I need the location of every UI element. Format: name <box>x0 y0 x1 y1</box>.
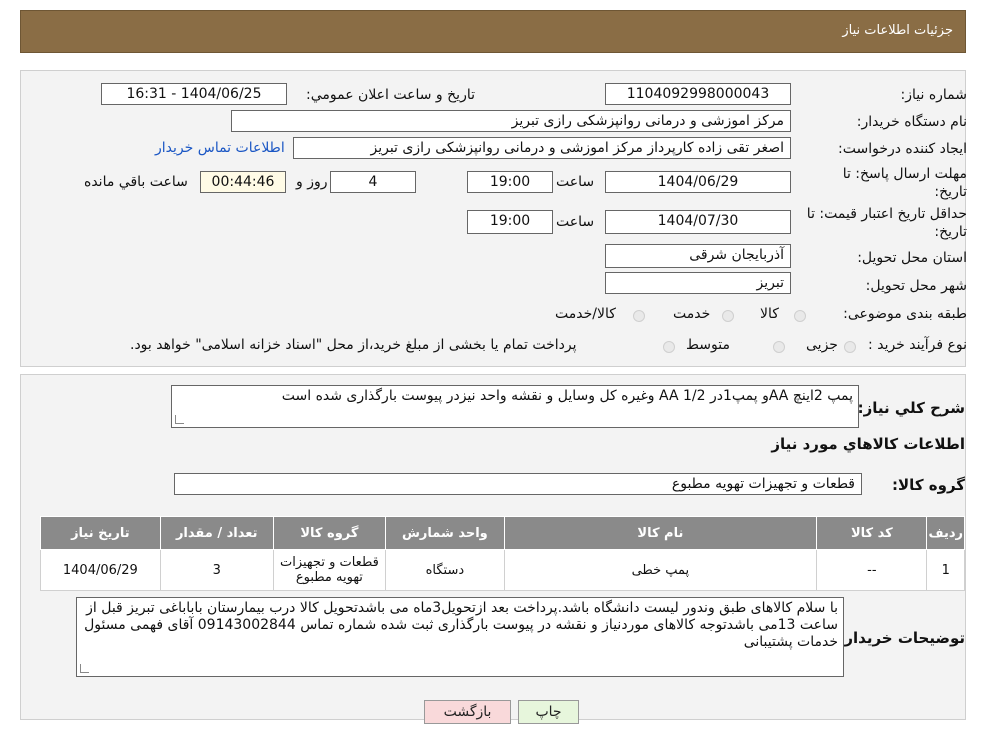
cell-need-date: 1404/06/29 <box>40 549 161 591</box>
validity-time-field: 19:00 <box>467 210 553 234</box>
validity-label-1: حداقل تاریخ اعتبار قیمت: تا <box>806 206 967 222</box>
purchase-medium-radio[interactable] <box>773 341 785 353</box>
creator-label: ایجاد کننده درخواست: <box>838 141 967 157</box>
cell-group: قطعات و تجهیزات تهویه مطبوع <box>272 549 387 591</box>
table-header-row: ردیف کد کالا نام کالا واحد شمارش گروه کا… <box>40 516 965 550</box>
cell-quantity: 3 <box>159 549 274 591</box>
buyer-notes-label: توضیحات خریدار: <box>838 629 965 647</box>
buyer-notes-text: با سلام کالاهای طبق وندور لیست دانشگاه ب… <box>84 600 838 650</box>
category-goods-service-label: کالا/خدمت <box>555 306 616 322</box>
col-header-row-number: ردیف <box>926 516 965 550</box>
summary-text: پمپ 2اینچ AAو پمپ1در 1/2 AA وغیره کل وسا… <box>281 388 853 404</box>
category-service-radio[interactable] <box>722 310 734 322</box>
back-button[interactable]: بازگشت <box>424 700 511 724</box>
days-remaining-field: 4 <box>330 171 416 193</box>
page-header: جزئیات اطلاعات نیاز <box>20 10 966 53</box>
treasury-payment-note: پرداخت تمام یا بخشی از مبلغ خرید،از محل … <box>130 337 577 353</box>
days-label: روز و <box>296 174 328 190</box>
table-row: 1 -- پمپ خطی دستگاه قطعات و تجهیزات تهوی… <box>40 549 965 591</box>
purchase-minor-radio[interactable] <box>844 341 856 353</box>
col-header-quantity: تعداد / مقدار <box>159 516 274 550</box>
province-label: استان محل تحویل: <box>857 250 967 266</box>
resize-grip-icon <box>175 415 184 424</box>
buyer-org-label: نام دستگاه خریدار: <box>856 114 967 130</box>
buyer-contact-link[interactable]: اطلاعات تماس خریدار <box>155 140 285 156</box>
summary-label: شرح کلي نیاز: <box>857 399 965 417</box>
print-button[interactable]: چاپ <box>518 700 579 724</box>
treasury-payment-radio[interactable] <box>663 341 675 353</box>
need-number-field: 1104092998000043 <box>605 83 791 105</box>
category-goods-label: کالا <box>760 306 779 322</box>
announce-label: تاریخ و ساعت اعلان عمومي: <box>306 87 475 103</box>
cell-row-number: 1 <box>926 549 965 591</box>
col-header-group: گروه کالا <box>272 516 387 550</box>
cell-unit: دستگاه <box>385 549 505 591</box>
city-field: تبریز <box>605 272 791 294</box>
creator-field: اصغر تقی زاده کارپرداز مرکز اموزشی و درم… <box>293 137 791 159</box>
category-label: طبقه بندی موضوعی: <box>843 306 967 322</box>
cell-item-code: -- <box>816 549 928 591</box>
goods-table: ردیف کد کالا نام کالا واحد شمارش گروه کا… <box>40 516 965 591</box>
city-label: شهر محل تحویل: <box>865 278 967 294</box>
purchase-minor-label: جزیی <box>806 337 838 353</box>
announce-datetime-field: 1404/06/25 - 16:31 <box>101 83 287 105</box>
validity-time-label: ساعت <box>556 214 595 230</box>
buyer-org-field: مرکز اموزشی و درمانی روانپزشکی رازی تبری… <box>231 110 791 132</box>
province-field: آذربایجان شرقی <box>605 244 791 268</box>
deadline-label-1: مهلت ارسال پاسخ: تا <box>842 166 967 182</box>
deadline-date-field: 1404/06/29 <box>605 171 791 193</box>
page-title: جزئیات اطلاعات نیاز <box>842 23 953 38</box>
col-header-unit: واحد شمارش <box>385 516 505 550</box>
need-number-label: شماره نیاز: <box>900 87 968 103</box>
col-header-item-code: کد کالا <box>816 516 928 550</box>
purchase-medium-label: متوسط <box>686 337 730 353</box>
col-header-item-name: نام کالا <box>503 516 818 550</box>
goods-group-label: گروه کالا: <box>892 476 965 494</box>
purchase-type-label: نوع فرآیند خرید : <box>868 337 967 353</box>
cell-item-name: پمپ خطی <box>503 549 818 591</box>
goods-group-field: قطعات و تجهیزات تهویه مطبوع <box>174 473 862 495</box>
validity-date-field: 1404/07/30 <box>605 210 791 234</box>
summary-textarea: پمپ 2اینچ AAو پمپ1در 1/2 AA وغیره کل وسا… <box>171 385 859 428</box>
category-goods-service-radio[interactable] <box>633 310 645 322</box>
category-goods-radio[interactable] <box>794 310 806 322</box>
buyer-notes-textarea: با سلام کالاهای طبق وندور لیست دانشگاه ب… <box>76 597 844 677</box>
category-service-label: خدمت <box>673 306 711 322</box>
deadline-time-field: 19:00 <box>467 171 553 193</box>
goods-section-title: اطلاعات کالاهاي مورد نیاز <box>771 435 965 453</box>
deadline-time-label: ساعت <box>556 174 595 190</box>
col-header-need-date: تاریخ نیاز <box>40 516 161 550</box>
remaining-time-label: ساعت باقي مانده <box>84 174 188 190</box>
remaining-time-field: 00:44:46 <box>200 171 286 193</box>
validity-label-2: تاریخ: <box>934 224 967 240</box>
resize-grip-icon <box>80 664 89 673</box>
deadline-label-2: تاریخ: <box>934 184 967 200</box>
